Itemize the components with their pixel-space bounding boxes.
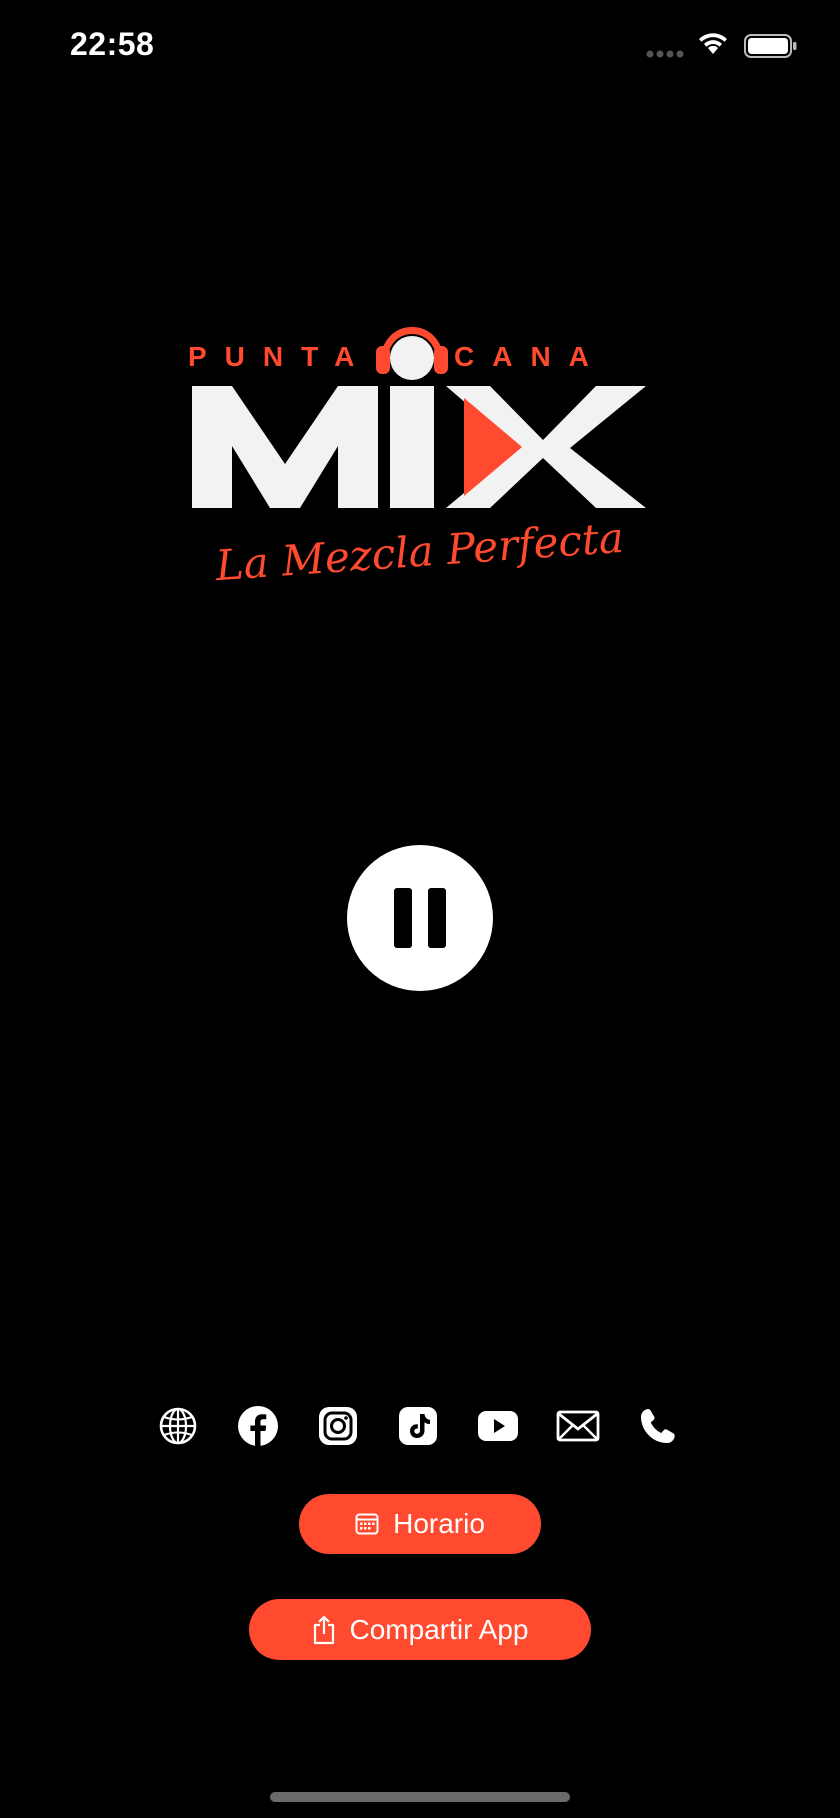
instagram-icon[interactable] [314,1402,362,1450]
svg-text:La Mezcla Perfecta: La Mezcla Perfecta [213,513,625,590]
punta-cana-mix-logo: PUNTA CANA La Mezcla Perfecta [188,327,646,590]
status-time: 22:58 [70,26,155,62]
battery-icon [744,34,797,58]
pause-icon-right-bar [428,888,446,948]
globe-icon[interactable] [154,1402,202,1450]
svg-text:CANA: CANA [454,341,607,372]
schedule-button-label: Horario [393,1508,485,1539]
phone-icon[interactable] [634,1402,682,1450]
envelope-icon[interactable] [554,1402,602,1450]
tiktok-icon[interactable] [394,1402,442,1450]
calendar-icon [355,1512,379,1536]
home-indicator[interactable] [270,1792,570,1802]
svg-text:PUNTA: PUNTA [188,341,372,372]
share-icon [312,1615,336,1645]
wifi-icon [699,33,727,54]
share-app-button-label: Compartir App [349,1613,529,1645]
schedule-button[interactable]: Horario [299,1494,541,1554]
pause-button[interactable] [347,845,493,991]
cellular-signal-icon [646,50,684,58]
pause-icon-left-bar [394,888,412,948]
share-app-button[interactable]: Compartir App [249,1599,591,1660]
status-bar: 22:58 [0,0,840,94]
facebook-icon[interactable] [234,1402,282,1450]
social-links [154,1402,690,1450]
youtube-icon[interactable] [474,1402,522,1450]
